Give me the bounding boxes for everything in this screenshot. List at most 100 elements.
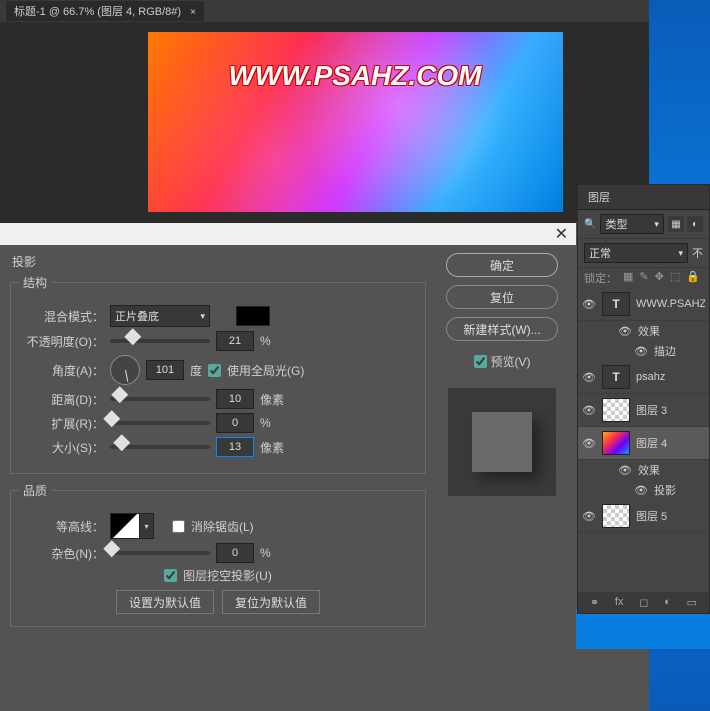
layer-row[interactable]: 👁 图层 5 — [578, 500, 709, 533]
distance-slider[interactable] — [110, 397, 210, 401]
antialias-checkbox[interactable] — [172, 520, 185, 533]
spread-label: 扩展(R)： — [19, 415, 104, 432]
visibility-icon[interactable]: 👁 — [634, 345, 648, 358]
visibility-icon[interactable]: 👁 — [618, 325, 632, 338]
noise-slider[interactable] — [110, 551, 210, 555]
watermark-text: WWW.PSAHZ.COM — [148, 60, 563, 92]
angle-dial[interactable] — [110, 355, 140, 385]
folder-icon[interactable]: ▭ — [687, 596, 697, 609]
noise-unit: % — [260, 546, 290, 560]
lock-artboard-icon[interactable]: ⬚ — [670, 270, 680, 286]
visibility-icon[interactable]: 👁 — [582, 437, 596, 450]
size-input[interactable] — [216, 437, 254, 457]
visibility-icon[interactable]: 👁 — [582, 510, 596, 523]
preview-checkbox[interactable] — [474, 355, 487, 368]
noise-label: 杂色(N)： — [19, 545, 104, 562]
chevron-down-icon[interactable]: ▾ — [140, 513, 154, 539]
adjustment-icon[interactable]: ◐ — [664, 596, 671, 609]
blend-mode-select[interactable]: 正片叠底▾ — [110, 305, 210, 327]
angle-input[interactable] — [146, 360, 184, 380]
canvas-image: WWW.PSAHZ.COM — [148, 32, 563, 212]
opacity-unit: % — [260, 334, 290, 348]
visibility-icon[interactable]: 👁 — [582, 371, 596, 384]
layer-row[interactable]: 👁Tpsahz — [578, 361, 709, 394]
layer-thumbnail — [602, 398, 630, 422]
quality-legend: 品质 — [19, 482, 51, 499]
layer-name: 图层 4 — [636, 435, 705, 451]
contour-picker[interactable] — [110, 513, 140, 539]
spread-unit: % — [260, 416, 290, 430]
layer-effect-item[interactable]: 👁效果 — [578, 321, 709, 341]
layer-row[interactable]: 👁 T WWW.PSAHZ — [578, 288, 709, 321]
noise-input[interactable] — [216, 543, 254, 563]
size-slider[interactable] — [110, 445, 210, 449]
size-unit: 像素 — [260, 439, 290, 456]
lock-pixels-icon[interactable]: ▦ — [623, 270, 633, 286]
layer-row[interactable]: 👁 图层 3 — [578, 394, 709, 427]
set-default-button[interactable]: 设置为默认值 — [116, 590, 214, 614]
opacity-input[interactable] — [216, 331, 254, 351]
search-icon[interactable]: 🔍 — [584, 219, 596, 230]
document-title: 标题-1 @ 66.7% (图层 4, RGB/8#) — [14, 6, 181, 18]
preview-thumbnail — [448, 388, 556, 496]
layer-effect-item[interactable]: 👁投影 — [578, 480, 709, 500]
fx-icon[interactable]: fx — [615, 596, 624, 609]
new-style-button[interactable]: 新建样式(W)... — [446, 317, 558, 341]
text-layer-icon: T — [602, 292, 630, 316]
opacity-label: 不透明度(O)： — [19, 333, 104, 350]
effect-name: 描边 — [654, 343, 676, 359]
knockout-checkbox[interactable] — [164, 569, 177, 582]
size-label: 大小(S)： — [19, 439, 104, 456]
structure-legend: 结构 — [19, 274, 51, 291]
layer-style-dialog: ✕ 投影 结构 混合模式： 正片叠底▾ 不透明度(O)： % — [0, 222, 576, 642]
layer-effect-item[interactable]: 👁 描边 — [578, 341, 709, 361]
lock-label: 锁定： — [584, 270, 617, 286]
close-icon[interactable]: ✕ — [555, 224, 568, 244]
antialias-label: 消除锯齿(L) — [191, 518, 254, 535]
visibility-icon[interactable]: 👁 — [582, 404, 596, 417]
reset-button[interactable]: 复位 — [446, 285, 558, 309]
layer-effect-item[interactable]: 👁 效果 — [578, 460, 709, 480]
distance-input[interactable] — [216, 389, 254, 409]
distance-unit: 像素 — [260, 391, 290, 408]
angle-label: 角度(A)： — [19, 362, 104, 379]
text-layer-icon: T — [602, 365, 630, 389]
mask-icon[interactable]: ◻ — [639, 596, 648, 609]
knockout-label: 图层挖空投影(U) — [183, 567, 272, 584]
document-tab[interactable]: 标题-1 @ 66.7% (图层 4, RGB/8#) × — [6, 1, 204, 21]
filter-pixel-icon[interactable]: ▦ — [668, 216, 684, 232]
layer-name: 图层 3 — [636, 402, 705, 418]
effect-name: 投影 — [10, 253, 426, 270]
visibility-icon[interactable]: 👁 — [634, 484, 648, 497]
layers-tab[interactable]: 图层 — [578, 185, 709, 210]
angle-unit: 度 — [190, 362, 202, 379]
effect-name: 效果 — [638, 462, 660, 478]
layer-name: 图层 5 — [636, 508, 705, 524]
shadow-color-swatch[interactable] — [236, 306, 270, 326]
close-tab-icon[interactable]: × — [190, 7, 196, 18]
visibility-icon[interactable]: 👁 — [618, 464, 632, 477]
blend-mode-select[interactable]: 正常▾ — [584, 243, 688, 263]
link-layers-icon[interactable]: ⚭ — [590, 596, 599, 609]
layer-name: WWW.PSAHZ — [636, 298, 705, 310]
visibility-icon[interactable]: 👁 — [582, 298, 596, 311]
layer-filter-select[interactable]: 类型▾ — [600, 214, 663, 234]
ok-button[interactable]: 确定 — [446, 253, 558, 277]
global-light-label: 使用全局光(G) — [227, 362, 304, 379]
opacity-short: 不 — [692, 245, 703, 261]
layer-thumbnail — [602, 504, 630, 528]
opacity-slider[interactable] — [110, 339, 210, 343]
layer-row[interactable]: 👁 图层 4 — [578, 427, 709, 460]
quality-group: 品质 等高线： ▾ 消除锯齿(L) 杂色(N)： % — [10, 482, 426, 627]
spread-slider[interactable] — [110, 421, 210, 425]
chevron-down-icon: ▾ — [200, 311, 205, 322]
spread-input[interactable] — [216, 413, 254, 433]
reset-default-button[interactable]: 复位为默认值 — [222, 590, 320, 614]
layer-thumbnail — [602, 431, 630, 455]
lock-move-icon[interactable]: ✥ — [655, 270, 664, 286]
lock-brush-icon[interactable]: ✎ — [639, 270, 648, 286]
filter-adjust-icon[interactable]: ◐ — [687, 216, 703, 232]
preview-label: 预览(V) — [491, 353, 531, 370]
lock-all-icon[interactable]: 🔒 — [686, 270, 700, 286]
global-light-checkbox[interactable] — [208, 364, 221, 377]
